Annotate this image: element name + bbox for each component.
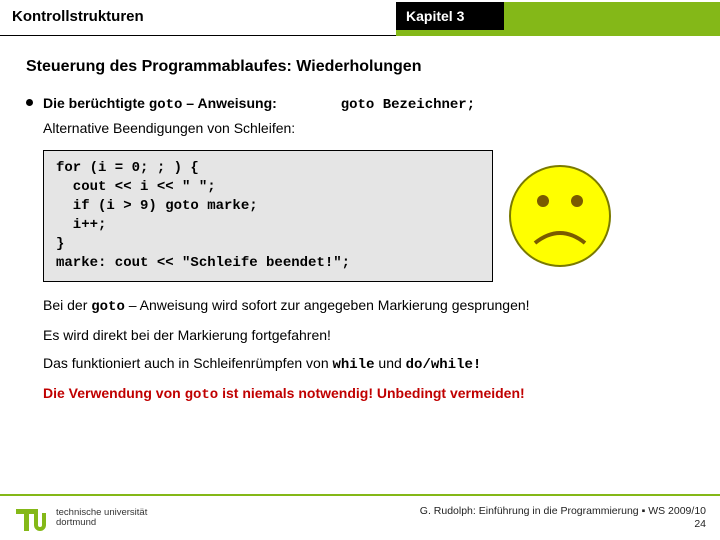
bullet-part2: – Anweisung:: [182, 95, 276, 111]
header-title: Kontrollstrukturen: [0, 0, 396, 35]
bullet-item: Die berüchtigte goto – Anweisung: goto B…: [26, 94, 694, 114]
alt-line: Alternative Beendigungen von Schleifen:: [43, 120, 694, 136]
header-accent: Kapitel 3: [396, 2, 720, 36]
wmono: goto: [185, 387, 219, 403]
p3a: Das funktioniert auch in Schleifenrümpfe…: [43, 355, 333, 371]
footer-right: G. Rudolph: Einführung in die Programmie…: [420, 505, 706, 530]
syntax: goto Bezeichner;: [341, 95, 475, 111]
logo-text: technische universität dortmund: [56, 508, 147, 529]
wa: Die Verwendung von: [43, 385, 185, 401]
p1mono: goto: [91, 299, 125, 315]
p3m2: do/while!: [406, 357, 482, 373]
para-3: Das funktioniert auch in Schleifenrümpfe…: [43, 354, 694, 374]
bullet-part1: Die berüchtigte: [43, 95, 149, 111]
syntax-goto: goto: [341, 97, 375, 113]
course-label: G. Rudolph: Einführung in die Programmie…: [420, 505, 706, 518]
bullet-text: Die berüchtigte goto – Anweisung: goto B…: [43, 94, 475, 114]
tu-logo-icon: [14, 503, 50, 533]
p1b: – Anweisung wird sofort zur angegeben Ma…: [125, 297, 530, 313]
subtitle: Steuerung des Programmablaufes: Wiederho…: [26, 58, 694, 76]
uni-line2: dortmund: [56, 518, 147, 528]
page-number: 24: [420, 518, 706, 531]
wb: ist niemals notwendig! Unbedingt vermeid…: [218, 385, 524, 401]
slide-footer: technische universität dortmund G. Rudol…: [0, 494, 720, 540]
p3m1: while: [333, 357, 375, 373]
code-box: for (i = 0; ; ) { cout << i << " "; if (…: [43, 150, 493, 281]
bullet-mono: goto: [149, 97, 183, 113]
university-logo: technische universität dortmund: [14, 503, 147, 533]
para-1: Bei der goto – Anweisung wird sofort zur…: [43, 296, 694, 316]
chapter-label: Kapitel 3: [396, 2, 504, 30]
code-row: for (i = 0; ; ) { cout << i << " "; if (…: [43, 150, 694, 281]
slide-header: Kontrollstrukturen Kapitel 3: [0, 0, 720, 36]
syntax-id: Bezeichner;: [374, 97, 475, 113]
sad-face-icon: [505, 161, 615, 271]
slide-content: Steuerung des Programmablaufes: Wiederho…: [0, 36, 720, 404]
p3mid: und: [375, 355, 406, 371]
bullet-icon: [26, 99, 33, 106]
para-2: Es wird direkt bei der Markierung fortge…: [43, 326, 694, 344]
warning: Die Verwendung von goto ist niemals notw…: [43, 384, 694, 404]
p1a: Bei der: [43, 297, 91, 313]
